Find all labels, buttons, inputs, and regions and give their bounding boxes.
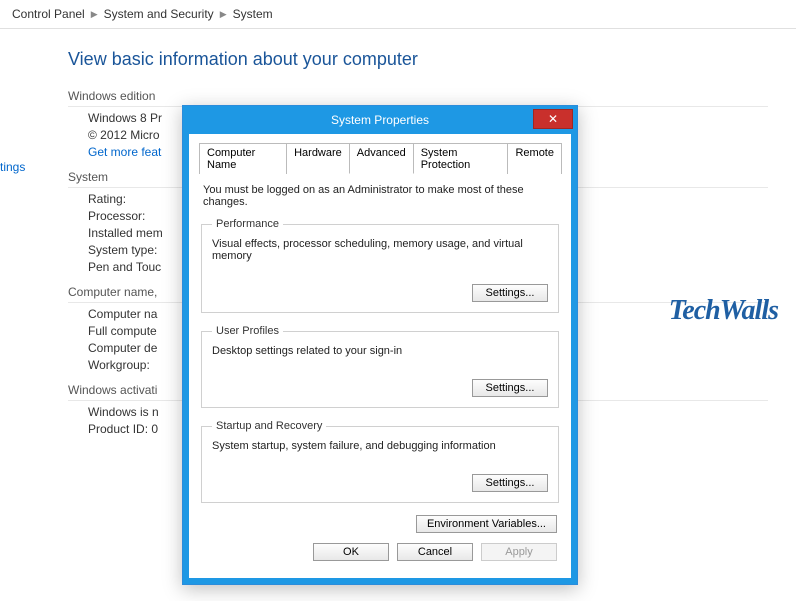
legend-performance: Performance [212,218,283,230]
tab-computer-name[interactable]: Computer Name [199,143,287,174]
performance-settings-button[interactable]: Settings... [472,284,548,302]
legend-user-profiles: User Profiles [212,325,283,337]
startup-recovery-description: System startup, system failure, and debu… [212,440,548,452]
fieldset-startup-recovery: Startup and Recovery System startup, sys… [201,420,559,503]
sidebar-link-fragment[interactable]: tings [0,160,25,174]
watermark: TechWalls [669,295,778,327]
ok-button[interactable]: OK [313,543,389,561]
user-profiles-description: Desktop settings related to your sign-in [212,345,548,357]
tab-remote[interactable]: Remote [507,143,562,174]
performance-description: Visual effects, processor scheduling, me… [212,238,548,262]
user-profiles-settings-button[interactable]: Settings... [472,379,548,397]
breadcrumb-system[interactable]: System [233,7,273,21]
breadcrumb: Control Panel ▶ System and Security ▶ Sy… [0,0,796,29]
admin-info-text: You must be logged on as an Administrato… [203,184,557,208]
breadcrumb-control-panel[interactable]: Control Panel [12,7,85,21]
fieldset-performance: Performance Visual effects, processor sc… [201,218,559,313]
legend-startup-recovery: Startup and Recovery [212,420,326,432]
dialog-title: System Properties [331,113,429,127]
startup-recovery-settings-button[interactable]: Settings... [472,474,548,492]
fieldset-user-profiles: User Profiles Desktop settings related t… [201,325,559,408]
breadcrumb-system-security[interactable]: System and Security [104,7,214,21]
apply-button[interactable]: Apply [481,543,557,561]
close-icon: ✕ [548,112,558,126]
chevron-right-icon: ▶ [91,9,98,20]
close-button[interactable]: ✕ [533,109,573,129]
tab-strip: Computer Name Hardware Advanced System P… [199,142,561,174]
tab-hardware[interactable]: Hardware [286,143,350,174]
section-windows-edition: Windows edition [68,86,768,107]
cancel-button[interactable]: Cancel [397,543,473,561]
page-title: View basic information about your comput… [68,49,796,70]
environment-variables-button[interactable]: Environment Variables... [416,515,557,533]
system-properties-dialog: System Properties ✕ Computer Name Hardwa… [182,105,578,585]
tab-advanced[interactable]: Advanced [349,143,414,174]
chevron-right-icon: ▶ [220,9,227,20]
tab-system-protection[interactable]: System Protection [413,143,509,174]
dialog-titlebar[interactable]: System Properties ✕ [183,106,577,134]
